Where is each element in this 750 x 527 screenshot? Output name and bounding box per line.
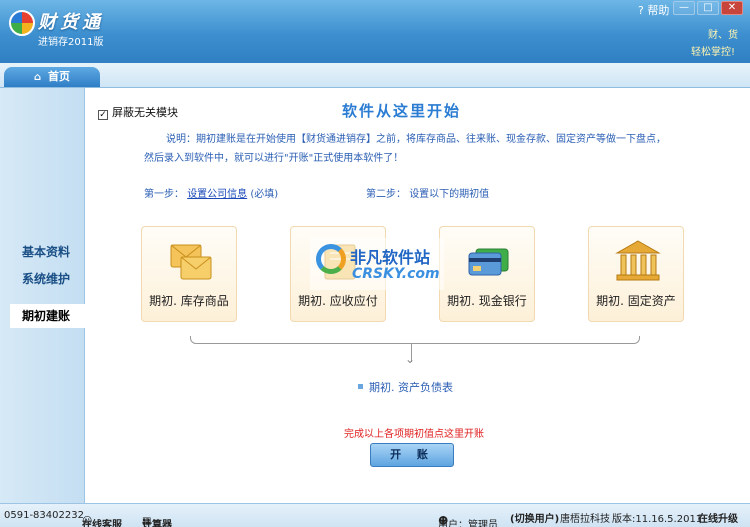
watermark-line2: CRSKY.com [352, 266, 440, 282]
sidebar-item-opening-accounts[interactable]: 期初建账 [10, 304, 86, 328]
app-logo-icon [9, 10, 35, 36]
tab-home-label: 首页 [48, 70, 70, 83]
building-icon [615, 240, 661, 281]
question-icon: ? [638, 4, 644, 17]
card-cash-bank-label: 期初. 现金银行 [447, 294, 527, 308]
help-button[interactable]: ? 帮助 [638, 2, 669, 18]
app-subtitle: 进销存2011版 [38, 37, 104, 48]
card-inventory[interactable]: 期初. 库存商品 [141, 226, 237, 322]
sidebar-item-system-maintenance[interactable]: 系统维护 [0, 267, 85, 291]
description-line2: 然后录入到软件中，就可以进行"开账"正式使用本软件了！ [144, 153, 404, 164]
minimize-button[interactable]: — [673, 1, 695, 15]
app-name: 财货通 [38, 12, 104, 33]
sidebar: 基本资料 系统维护 期初建账 [0, 88, 86, 503]
slogan-line2: 轻松掌控! [691, 47, 736, 58]
card-fixed-assets-label: 期初. 固定资产 [596, 294, 676, 308]
company-name: 唐梧拉科技 [560, 514, 610, 525]
checkbox-check-icon: ✓ [98, 110, 108, 120]
calculator-label: 计算器 [142, 520, 172, 527]
main-panel: ✓ 屏蔽无关模块 软件从这里开始 说明：期初建账是在开始使用【财货通进销存】之前，… [86, 88, 750, 503]
finish-note: 完成以上各项期初值点这里开账 [344, 429, 484, 440]
watermark-line1: 非凡软件站 [350, 248, 431, 267]
watermark-logo-icon [316, 244, 346, 274]
card-inventory-label: 期初. 库存商品 [149, 294, 229, 308]
watermark: 非凡软件站 CRSKY.com [310, 238, 444, 290]
step1: 第一步： 设置公司信息 (必填) [144, 185, 278, 200]
version-label: 版本:11.16.5.2011 [612, 514, 703, 525]
user-label: 用户：管理员 [438, 520, 498, 527]
close-button[interactable]: ✕ [721, 1, 743, 15]
arrow-down-icon: ⌄ [405, 352, 416, 366]
card-fixed-assets[interactable]: 期初. 固定资产 [588, 226, 684, 322]
slogan-line1: 财、货 [708, 30, 738, 41]
connector-bracket [190, 336, 640, 344]
switch-user-link[interactable]: (切换用户) [510, 510, 559, 525]
step2: 第二步： 设置以下的期初值 [366, 185, 489, 200]
step2-text: 设置以下的期初值 [409, 189, 490, 200]
company-info-link[interactable]: 设置公司信息 [187, 189, 247, 200]
bank-cards-icon [468, 248, 509, 276]
sidebar-item-basic-data[interactable]: 基本资料 [0, 240, 85, 264]
online-upgrade-link[interactable]: 在线升级 [698, 510, 738, 525]
envelopes-icon [170, 244, 212, 280]
tab-strip: ⌂ 首页 [0, 63, 750, 88]
balance-sheet-link[interactable]: 期初. 资产负债表 [358, 379, 453, 395]
hide-modules-checkbox[interactable]: ✓ 屏蔽无关模块 [98, 104, 178, 120]
step2-label: 第二步： [366, 189, 406, 200]
open-accounts-button[interactable]: 开 账 [370, 443, 454, 467]
maximize-button[interactable]: □ [697, 1, 719, 15]
title-bar: 财货通 进销存2011版 ? 帮助 — □ ✕ 财、货 轻松掌控! [0, 0, 750, 63]
help-label: 帮助 [647, 4, 670, 17]
card-cash-bank[interactable]: 期初. 现金银行 [439, 226, 535, 322]
step1-note: (必填) [250, 189, 279, 200]
card-receivables-label: 期初. 应收应付 [298, 294, 378, 308]
balance-sheet-label: 期初. 资产负债表 [369, 381, 453, 394]
status-bar: 0591-83402232 ☺ 在线客服 ▦ 计算器 ☻ 用户：管理员 (切换用户) … [0, 503, 750, 527]
home-icon: ⌂ [33, 72, 42, 83]
bullet-icon [358, 384, 363, 389]
checkbox-label: 屏蔽无关模块 [112, 106, 178, 119]
page-title: 软件从这里开始 [342, 102, 462, 120]
step1-label: 第一步： [144, 189, 184, 200]
phone-number: 0591-83402232 [4, 510, 84, 521]
tab-home[interactable]: ⌂ 首页 [4, 67, 100, 87]
online-service-label: 在线客服 [82, 520, 122, 527]
description-line1: 说明：期初建账是在开始使用【财货通进销存】之前，将库存商品、往来账、现金存款、固… [166, 134, 666, 145]
